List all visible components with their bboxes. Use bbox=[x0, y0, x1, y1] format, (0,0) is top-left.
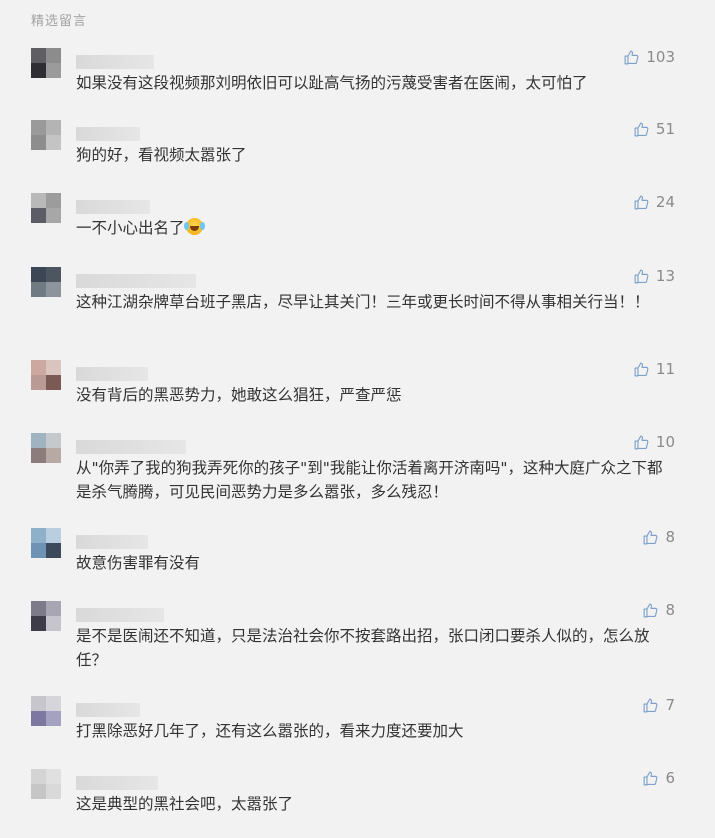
thumbs-up-icon bbox=[634, 362, 649, 376]
like-count: 103 bbox=[646, 48, 675, 66]
thumbs-up-icon bbox=[634, 122, 649, 136]
comment-text: 狗的好，看视频太嚣张了 bbox=[76, 143, 676, 167]
like-count: 8 bbox=[665, 528, 675, 546]
avatar[interactable] bbox=[31, 433, 61, 463]
like-button[interactable]: 11 bbox=[633, 360, 675, 378]
comment-text: 是不是医闹还不知道，只是法治社会你不按套路出招，张口闭口要杀人似的，怎么放任？ bbox=[76, 624, 676, 672]
avatar[interactable] bbox=[31, 48, 61, 78]
like-count: 13 bbox=[655, 267, 675, 285]
like-button[interactable]: 24 bbox=[633, 193, 675, 211]
like-button[interactable]: 13 bbox=[633, 267, 675, 285]
comment-text-content: 打黑除恶好几年了，还有这么嚣张的，看来力度还要加大 bbox=[76, 722, 464, 740]
thumbs-up-icon bbox=[624, 50, 639, 64]
blurred-nickname bbox=[76, 776, 158, 790]
blurred-nickname bbox=[76, 55, 154, 69]
comment-text-content: 这种江湖杂牌草台班子黑店，尽早让其关门！三年或更长时间不得从事相关行当！！ bbox=[76, 293, 650, 311]
thumbs-up-icon bbox=[634, 269, 649, 283]
blurred-nickname bbox=[76, 440, 186, 454]
like-count: 10 bbox=[655, 433, 675, 451]
like-count: 11 bbox=[655, 360, 675, 378]
comment-text: 从"你弄了我的狗我弄死你的孩子"到"我能让你活着离开济南吗"，这种大庭广众之下都… bbox=[76, 456, 676, 504]
like-button[interactable]: 8 bbox=[642, 528, 675, 546]
avatar[interactable] bbox=[31, 601, 61, 631]
like-button[interactable]: 6 bbox=[642, 769, 675, 787]
thumbs-up-icon bbox=[634, 435, 649, 449]
thumbs-up-icon bbox=[634, 195, 649, 209]
comment-text-content: 故意伤害罪有没有 bbox=[76, 554, 201, 572]
like-count: 7 bbox=[665, 696, 675, 714]
comment-text-content: 一不小心出名了 bbox=[76, 219, 185, 237]
blurred-nickname bbox=[76, 608, 164, 622]
avatar[interactable] bbox=[31, 528, 61, 558]
comment-text: 如果没有这段视频那刘明依旧可以趾高气扬的污蔑受害者在医闹，太可怕了 bbox=[76, 71, 676, 95]
blurred-nickname bbox=[76, 535, 148, 549]
like-count: 6 bbox=[665, 769, 675, 787]
avatar[interactable] bbox=[31, 267, 61, 297]
like-button[interactable]: 7 bbox=[642, 696, 675, 714]
comment-text: 这是典型的黑社会吧，太嚣张了 bbox=[76, 792, 676, 816]
like-count: 51 bbox=[655, 120, 675, 138]
comment-text-content: 如果没有这段视频那刘明依旧可以趾高气扬的污蔑受害者在医闹，太可怕了 bbox=[76, 74, 588, 92]
blurred-nickname bbox=[76, 367, 148, 381]
avatar[interactable] bbox=[31, 193, 61, 223]
avatar[interactable] bbox=[31, 696, 61, 726]
blurred-nickname bbox=[76, 127, 140, 141]
avatar[interactable] bbox=[31, 769, 61, 799]
thumbs-up-icon bbox=[644, 771, 658, 785]
like-count: 24 bbox=[655, 193, 675, 211]
comment-text: 故意伤害罪有没有 bbox=[76, 551, 676, 575]
comment-text-content: 是不是医闹还不知道，只是法治社会你不按套路出招，张口闭口要杀人似的，怎么放任？ bbox=[76, 627, 650, 669]
like-button[interactable]: 51 bbox=[633, 120, 675, 138]
comment-text: 这种江湖杂牌草台班子黑店，尽早让其关门！三年或更长时间不得从事相关行当！！ bbox=[76, 290, 676, 314]
avatar[interactable] bbox=[31, 120, 61, 150]
blurred-nickname bbox=[76, 200, 150, 214]
comment-text: 一不小心出名了 bbox=[76, 216, 676, 240]
like-count: 8 bbox=[665, 601, 675, 619]
comment-text-content: 从"你弄了我的狗我弄死你的孩子"到"我能让你活着离开济南吗"，这种大庭广众之下都… bbox=[76, 459, 663, 501]
comment-text: 没有背后的黑恶势力，她敢这么猖狂，严查严惩 bbox=[76, 383, 676, 407]
thumbs-up-icon bbox=[644, 603, 658, 617]
like-button[interactable]: 103 bbox=[623, 48, 675, 66]
thumbs-up-icon bbox=[644, 530, 658, 544]
like-button[interactable]: 10 bbox=[633, 433, 675, 451]
comment-text-content: 没有背后的黑恶势力，她敢这么猖狂，严查严惩 bbox=[76, 386, 402, 404]
comment-text-content: 这是典型的黑社会吧，太嚣张了 bbox=[76, 795, 294, 813]
comment-text-content: 狗的好，看视频太嚣张了 bbox=[76, 146, 247, 164]
avatar[interactable] bbox=[31, 360, 61, 390]
like-button[interactable]: 8 bbox=[642, 601, 675, 619]
section-title: 精选留言 bbox=[31, 14, 88, 29]
blurred-nickname bbox=[76, 274, 196, 288]
blurred-nickname bbox=[76, 703, 140, 717]
comment-text: 打黑除恶好几年了，还有这么嚣张的，看来力度还要加大 bbox=[76, 719, 676, 743]
thumbs-up-icon bbox=[644, 698, 658, 712]
laughing-emoji-icon bbox=[183, 218, 203, 235]
